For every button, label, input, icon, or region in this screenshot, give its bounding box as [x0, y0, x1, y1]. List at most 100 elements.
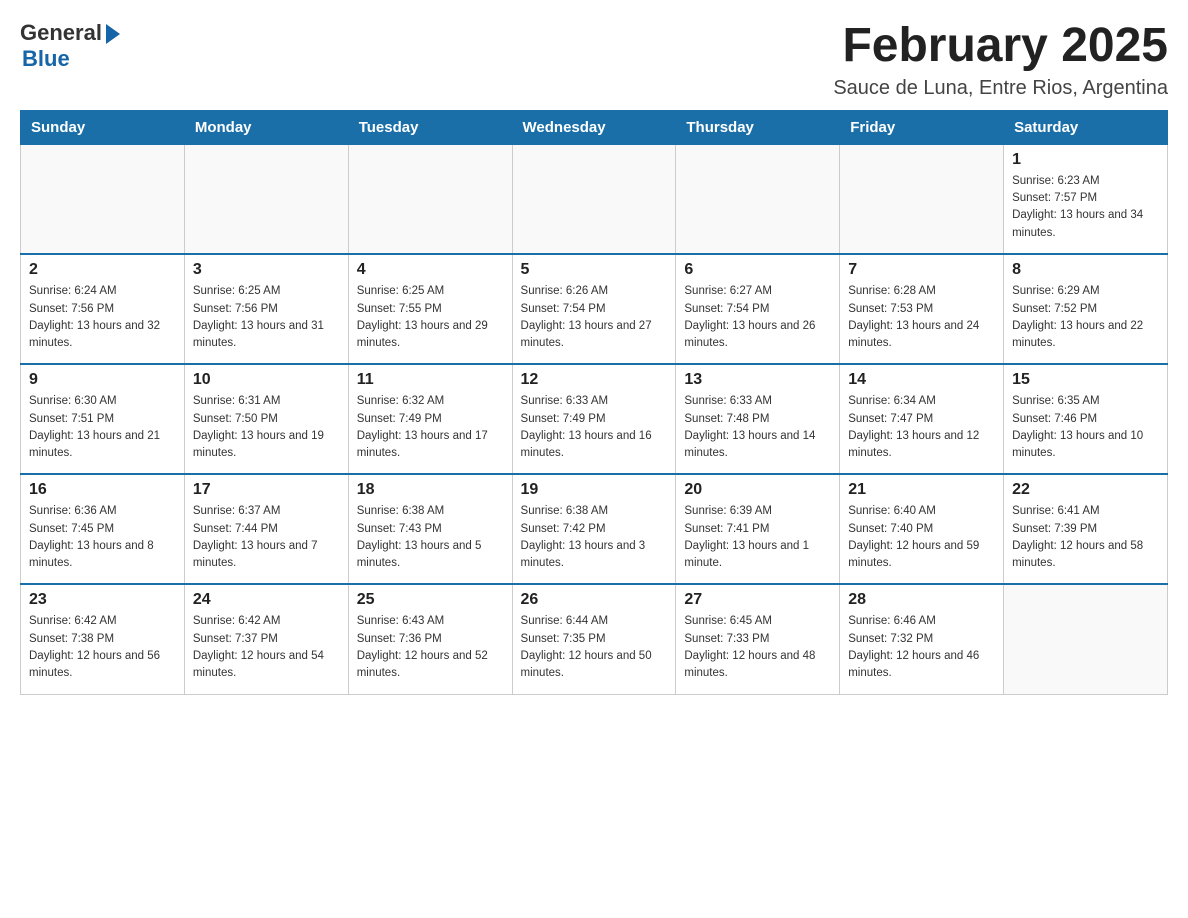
day-info: Sunrise: 6:25 AMSunset: 7:55 PMDaylight:…	[357, 283, 504, 352]
day-info: Sunrise: 6:25 AMSunset: 7:56 PMDaylight:…	[193, 283, 340, 352]
logo-general-text: General	[20, 20, 102, 46]
day-info: Sunrise: 6:44 AMSunset: 7:35 PMDaylight:…	[521, 613, 668, 682]
calendar-week-row: 1 Sunrise: 6:23 AMSunset: 7:57 PMDaylight…	[21, 144, 1168, 254]
calendar-week-row: 9 Sunrise: 6:30 AMSunset: 7:51 PMDaylight…	[21, 364, 1168, 474]
day-info: Sunrise: 6:29 AMSunset: 7:52 PMDaylight:…	[1012, 283, 1159, 352]
day-info: Sunrise: 6:27 AMSunset: 7:54 PMDaylight:…	[684, 283, 831, 352]
day-number: 24	[193, 591, 340, 609]
day-number: 14	[848, 371, 995, 389]
table-row	[348, 144, 512, 254]
day-number: 6	[684, 261, 831, 279]
table-row: 13 Sunrise: 6:33 AMSunset: 7:48 PMDayligh…	[676, 364, 840, 474]
day-info: Sunrise: 6:45 AMSunset: 7:33 PMDaylight:…	[684, 613, 831, 682]
day-info: Sunrise: 6:28 AMSunset: 7:53 PMDaylight:…	[848, 283, 995, 352]
table-row: 4 Sunrise: 6:25 AMSunset: 7:55 PMDaylight…	[348, 254, 512, 364]
day-info: Sunrise: 6:43 AMSunset: 7:36 PMDaylight:…	[357, 613, 504, 682]
day-info: Sunrise: 6:36 AMSunset: 7:45 PMDaylight:…	[29, 503, 176, 572]
table-row	[676, 144, 840, 254]
day-number: 3	[193, 261, 340, 279]
day-number: 2	[29, 261, 176, 279]
day-info: Sunrise: 6:35 AMSunset: 7:46 PMDaylight:…	[1012, 393, 1159, 462]
day-number: 4	[357, 261, 504, 279]
day-number: 13	[684, 371, 831, 389]
col-monday: Monday	[184, 110, 348, 144]
day-info: Sunrise: 6:31 AMSunset: 7:50 PMDaylight:…	[193, 393, 340, 462]
table-row	[184, 144, 348, 254]
day-number: 10	[193, 371, 340, 389]
day-number: 7	[848, 261, 995, 279]
day-number: 16	[29, 481, 176, 499]
day-info: Sunrise: 6:30 AMSunset: 7:51 PMDaylight:…	[29, 393, 176, 462]
day-info: Sunrise: 6:41 AMSunset: 7:39 PMDaylight:…	[1012, 503, 1159, 572]
day-info: Sunrise: 6:37 AMSunset: 7:44 PMDaylight:…	[193, 503, 340, 572]
col-thursday: Thursday	[676, 110, 840, 144]
table-row	[1004, 584, 1168, 694]
col-saturday: Saturday	[1004, 110, 1168, 144]
day-info: Sunrise: 6:33 AMSunset: 7:49 PMDaylight:…	[521, 393, 668, 462]
location-subtitle: Sauce de Luna, Entre Rios, Argentina	[833, 77, 1168, 100]
col-wednesday: Wednesday	[512, 110, 676, 144]
day-info: Sunrise: 6:26 AMSunset: 7:54 PMDaylight:…	[521, 283, 668, 352]
day-number: 5	[521, 261, 668, 279]
table-row: 12 Sunrise: 6:33 AMSunset: 7:49 PMDayligh…	[512, 364, 676, 474]
table-row: 7 Sunrise: 6:28 AMSunset: 7:53 PMDaylight…	[840, 254, 1004, 364]
table-row: 16 Sunrise: 6:36 AMSunset: 7:45 PMDayligh…	[21, 474, 185, 584]
table-row: 5 Sunrise: 6:26 AMSunset: 7:54 PMDaylight…	[512, 254, 676, 364]
table-row: 9 Sunrise: 6:30 AMSunset: 7:51 PMDaylight…	[21, 364, 185, 474]
page-header: General Blue February 2025 Sauce de Luna…	[20, 20, 1168, 100]
table-row: 3 Sunrise: 6:25 AMSunset: 7:56 PMDaylight…	[184, 254, 348, 364]
table-row: 2 Sunrise: 6:24 AMSunset: 7:56 PMDaylight…	[21, 254, 185, 364]
day-number: 21	[848, 481, 995, 499]
table-row: 8 Sunrise: 6:29 AMSunset: 7:52 PMDaylight…	[1004, 254, 1168, 364]
table-row: 6 Sunrise: 6:27 AMSunset: 7:54 PMDaylight…	[676, 254, 840, 364]
table-row: 28 Sunrise: 6:46 AMSunset: 7:32 PMDayligh…	[840, 584, 1004, 694]
day-number: 9	[29, 371, 176, 389]
day-number: 22	[1012, 481, 1159, 499]
table-row: 14 Sunrise: 6:34 AMSunset: 7:47 PMDayligh…	[840, 364, 1004, 474]
day-info: Sunrise: 6:38 AMSunset: 7:42 PMDaylight:…	[521, 503, 668, 572]
table-row: 11Sunrise: 6:32 AMSunset: 7:49 PMDayligh…	[348, 364, 512, 474]
table-row	[840, 144, 1004, 254]
table-row: 24 Sunrise: 6:42 AMSunset: 7:37 PMDayligh…	[184, 584, 348, 694]
calendar-table: Sunday Monday Tuesday Wednesday Thursday…	[20, 110, 1168, 695]
day-number: 1	[1012, 151, 1159, 169]
day-number: 20	[684, 481, 831, 499]
table-row: 19 Sunrise: 6:38 AMSunset: 7:42 PMDayligh…	[512, 474, 676, 584]
calendar-week-row: 23Sunrise: 6:42 AMSunset: 7:38 PMDayligh…	[21, 584, 1168, 694]
day-info: Sunrise: 6:42 AMSunset: 7:37 PMDaylight:…	[193, 613, 340, 682]
logo: General Blue	[20, 20, 120, 72]
table-row: 22 Sunrise: 6:41 AMSunset: 7:39 PMDayligh…	[1004, 474, 1168, 584]
day-info: Sunrise: 6:34 AMSunset: 7:47 PMDaylight:…	[848, 393, 995, 462]
day-number: 25	[357, 591, 504, 609]
title-block: February 2025 Sauce de Luna, Entre Rios,…	[833, 20, 1168, 100]
table-row: 20 Sunrise: 6:39 AMSunset: 7:41 PMDayligh…	[676, 474, 840, 584]
day-info: Sunrise: 6:23 AMSunset: 7:57 PMDaylight:…	[1012, 173, 1159, 242]
table-row: 18Sunrise: 6:38 AMSunset: 7:43 PMDayligh…	[348, 474, 512, 584]
day-info: Sunrise: 6:33 AMSunset: 7:48 PMDaylight:…	[684, 393, 831, 462]
day-number: 27	[684, 591, 831, 609]
day-info: Sunrise: 6:46 AMSunset: 7:32 PMDaylight:…	[848, 613, 995, 682]
day-info: Sunrise: 6:24 AMSunset: 7:56 PMDaylight:…	[29, 283, 176, 352]
day-number: 12	[521, 371, 668, 389]
day-number: 23	[29, 591, 176, 609]
table-row: 25 Sunrise: 6:43 AMSunset: 7:36 PMDayligh…	[348, 584, 512, 694]
calendar-header-row: Sunday Monday Tuesday Wednesday Thursday…	[21, 110, 1168, 144]
col-tuesday: Tuesday	[348, 110, 512, 144]
day-number: 8	[1012, 261, 1159, 279]
day-number: 19	[521, 481, 668, 499]
table-row	[21, 144, 185, 254]
day-number: 17	[193, 481, 340, 499]
day-info: Sunrise: 6:39 AMSunset: 7:41 PMDaylight:…	[684, 503, 831, 572]
calendar-week-row: 2 Sunrise: 6:24 AMSunset: 7:56 PMDaylight…	[21, 254, 1168, 364]
day-number: 18	[357, 481, 504, 499]
table-row: 23Sunrise: 6:42 AMSunset: 7:38 PMDayligh…	[21, 584, 185, 694]
day-number: 26	[521, 591, 668, 609]
day-number: 28	[848, 591, 995, 609]
day-number: 15	[1012, 371, 1159, 389]
col-friday: Friday	[840, 110, 1004, 144]
table-row: 21Sunrise: 6:40 AMSunset: 7:40 PMDayligh…	[840, 474, 1004, 584]
col-sunday: Sunday	[21, 110, 185, 144]
table-row: 10 Sunrise: 6:31 AMSunset: 7:50 PMDayligh…	[184, 364, 348, 474]
table-row	[512, 144, 676, 254]
day-number: 11	[357, 371, 504, 389]
